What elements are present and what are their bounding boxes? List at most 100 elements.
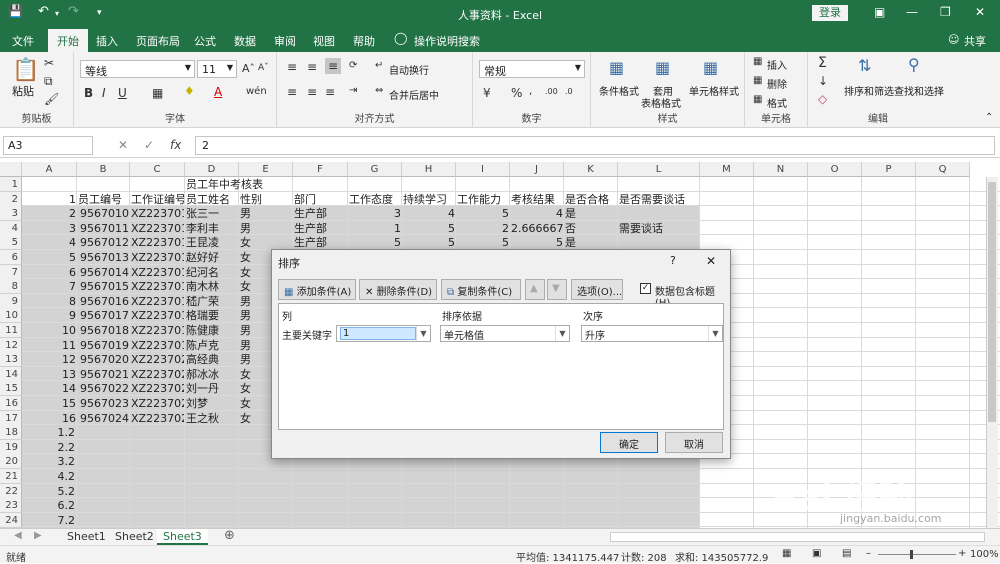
column-header[interactable]: E bbox=[239, 162, 293, 177]
column-header[interactable]: Q bbox=[916, 162, 970, 177]
tab-review[interactable]: 审阅 bbox=[274, 33, 296, 49]
table-cell[interactable]: 陈健康 bbox=[186, 323, 238, 338]
copy-icon[interactable]: ⧉ bbox=[44, 74, 53, 89]
table-cell[interactable]: 9567010 bbox=[78, 206, 129, 221]
align-right-icon[interactable]: ≡ bbox=[325, 85, 335, 99]
wrap-text-button[interactable]: 自动换行 bbox=[389, 62, 429, 77]
table-cell[interactable]: XZ223701 bbox=[131, 338, 184, 353]
table-format-line2[interactable]: 表格格式 bbox=[641, 95, 681, 110]
clear-icon[interactable]: ◇ bbox=[818, 92, 827, 106]
sort-on-select[interactable]: 单元格值 ▼ bbox=[440, 325, 570, 342]
column-header[interactable]: G bbox=[348, 162, 402, 177]
table-cell[interactable]: 2.666667 bbox=[511, 221, 563, 236]
table-cell[interactable]: 9567020 bbox=[78, 352, 129, 367]
indent-icon[interactable]: ⇥ bbox=[349, 85, 357, 96]
table-cell[interactable]: 男 bbox=[240, 221, 292, 236]
zoom-slider-thumb[interactable] bbox=[910, 550, 913, 559]
column-header[interactable]: O bbox=[808, 162, 862, 177]
table-cell[interactable]: XZ223702 bbox=[131, 352, 184, 367]
table-cell[interactable]: 男 bbox=[240, 206, 292, 221]
column-header[interactable]: L bbox=[618, 162, 700, 177]
currency-icon[interactable]: ¥ bbox=[483, 86, 491, 100]
table-cell[interactable]: 4 bbox=[403, 206, 455, 221]
table-cell[interactable]: 9567013 bbox=[78, 250, 129, 265]
table-cell[interactable]: 南木林 bbox=[186, 279, 238, 294]
tab-file[interactable]: 文件 bbox=[12, 33, 34, 49]
header-cell[interactable]: 1 bbox=[23, 192, 76, 207]
select-all-corner[interactable] bbox=[0, 162, 22, 177]
column-header[interactable]: N bbox=[754, 162, 808, 177]
insert-function-icon[interactable]: fx bbox=[170, 138, 181, 152]
table-cell[interactable]: 7 bbox=[23, 279, 76, 294]
decrease-decimal-icon[interactable]: .0 bbox=[565, 87, 573, 96]
table-cell[interactable]: XZ223701 bbox=[131, 265, 184, 280]
table-cell[interactable]: 7.2 bbox=[23, 513, 76, 528]
table-cell[interactable]: 2 bbox=[23, 206, 76, 221]
table-cell[interactable]: 9567017 bbox=[78, 308, 129, 323]
ribbon-display-icon[interactable]: ▣ bbox=[874, 5, 885, 19]
column-header[interactable]: K bbox=[564, 162, 618, 177]
table-cell[interactable]: 6.2 bbox=[23, 498, 76, 513]
increase-decimal-icon[interactable]: .00 bbox=[545, 87, 558, 96]
table-cell[interactable]: 14 bbox=[23, 381, 76, 396]
cell-style-icon[interactable]: ▦ bbox=[703, 58, 718, 77]
table-cell[interactable]: 高经典 bbox=[186, 352, 238, 367]
table-cell[interactable]: 8 bbox=[23, 294, 76, 309]
table-cell[interactable]: 9567011 bbox=[78, 221, 129, 236]
paste-label[interactable]: 粘贴 bbox=[12, 83, 34, 99]
paste-icon[interactable]: 📋 bbox=[12, 58, 39, 83]
table-cell[interactable]: 2 bbox=[457, 221, 509, 236]
table-cell[interactable]: 15 bbox=[23, 396, 76, 411]
close-icon[interactable]: ✕ bbox=[975, 5, 985, 19]
table-cell[interactable]: 嵇广荣 bbox=[186, 294, 238, 309]
table-cell[interactable]: 9567018 bbox=[78, 323, 129, 338]
table-cell[interactable]: 12 bbox=[23, 352, 76, 367]
percent-icon[interactable]: % bbox=[511, 86, 522, 100]
column-header[interactable]: H bbox=[402, 162, 456, 177]
header-cell[interactable]: 性别 bbox=[240, 192, 292, 207]
sheet-tab-1[interactable]: Sheet1 bbox=[61, 529, 112, 545]
table-cell[interactable]: 是 bbox=[565, 206, 617, 221]
table-cell[interactable]: 生产部 bbox=[294, 221, 347, 236]
table-cell[interactable]: 3 bbox=[349, 206, 401, 221]
table-cell[interactable]: 9567015 bbox=[78, 279, 129, 294]
sheet-tab-2[interactable]: Sheet2 bbox=[109, 529, 160, 545]
table-cell[interactable]: 王昆凌 bbox=[186, 235, 238, 250]
table-cell[interactable]: 5 bbox=[403, 221, 455, 236]
align-top-icon[interactable]: ≡ bbox=[287, 60, 297, 74]
tab-formulas[interactable]: 公式 bbox=[194, 33, 216, 49]
underline-icon[interactable]: U bbox=[118, 86, 127, 100]
cell-style-button[interactable]: 单元格样式 bbox=[689, 83, 739, 98]
confirm-entry-icon[interactable]: ✓ bbox=[144, 138, 154, 152]
table-cell[interactable]: 郝冰冰 bbox=[186, 367, 238, 382]
table-cell[interactable]: 9 bbox=[23, 308, 76, 323]
zoom-in-icon[interactable]: + bbox=[958, 548, 966, 559]
header-cell[interactable]: 考核结果 bbox=[511, 192, 563, 207]
format-cells-button[interactable]: 格式 bbox=[767, 95, 787, 110]
column-header[interactable]: A bbox=[22, 162, 77, 177]
italic-icon[interactable]: I bbox=[102, 86, 106, 100]
tab-page-layout[interactable]: 页面布局 bbox=[136, 33, 180, 49]
share-button[interactable]: 共享 bbox=[964, 33, 986, 49]
row-header[interactable]: 14 bbox=[0, 366, 22, 382]
row-header[interactable]: 22 bbox=[0, 483, 22, 499]
table-cell[interactable]: 刘梦 bbox=[186, 396, 238, 411]
font-size-box[interactable]: 11 ▼ bbox=[197, 60, 237, 78]
table-cell[interactable]: 纪河名 bbox=[186, 265, 238, 280]
table-format-icon[interactable]: ▦ bbox=[655, 58, 670, 77]
column-header[interactable]: F bbox=[293, 162, 348, 177]
row-header[interactable]: 24 bbox=[0, 512, 22, 528]
row-header[interactable]: 19 bbox=[0, 439, 22, 455]
column-select[interactable]: 1 ▼ bbox=[336, 325, 431, 342]
align-center-icon[interactable]: ≡ bbox=[307, 85, 317, 99]
table-cell[interactable]: 陈卢克 bbox=[186, 338, 238, 353]
phonetic-icon[interactable]: wén bbox=[246, 86, 267, 97]
sheet-title[interactable]: 员工年中考核表 bbox=[186, 177, 296, 192]
delete-cells-icon[interactable]: ▦ bbox=[753, 75, 762, 86]
table-cell[interactable]: 9567022 bbox=[78, 381, 129, 396]
page-layout-view-icon[interactable]: ▣ bbox=[812, 548, 821, 559]
formula-input[interactable]: 2 bbox=[195, 136, 995, 155]
table-cell[interactable]: 张三一 bbox=[186, 206, 238, 221]
bold-icon[interactable]: B bbox=[84, 86, 93, 100]
column-header[interactable]: C bbox=[130, 162, 185, 177]
